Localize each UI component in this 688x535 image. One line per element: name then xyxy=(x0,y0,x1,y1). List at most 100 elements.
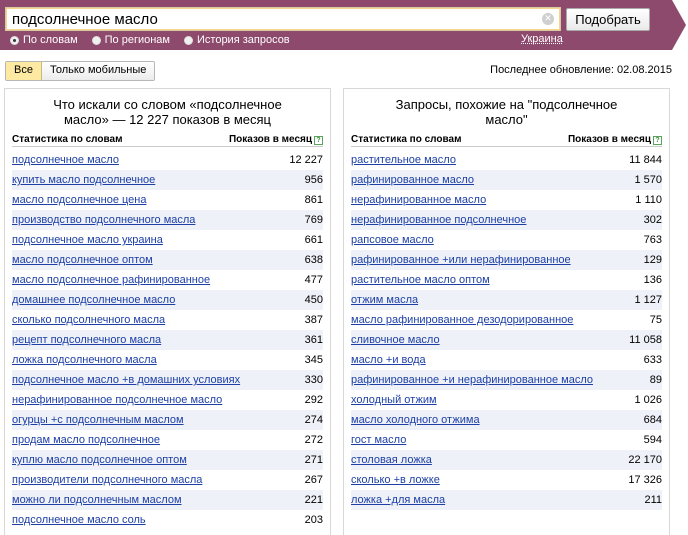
impressions-count: 1 110 xyxy=(635,194,662,206)
table-row: куплю масло подсолнечное оптом 271 xyxy=(12,450,323,470)
impressions-count: 221 xyxy=(304,494,323,506)
table-row: рафинированное +или нерафинированное 129 xyxy=(351,250,662,270)
keyword-link[interactable]: масло подсолнечное оптом xyxy=(12,250,153,270)
keyword-link[interactable]: огурцы +с подсолнечным маслом xyxy=(12,410,184,430)
keyword-link[interactable]: нерафинированное масло xyxy=(351,190,486,210)
impressions-count: 129 xyxy=(643,254,662,266)
table-row: сколько +в ложке 17 326 xyxy=(351,470,662,490)
keyword-link[interactable]: подсолнечное масло украина xyxy=(12,230,163,250)
table-row: рецепт подсолнечного масла 361 xyxy=(12,330,323,350)
search-bar: ✕ Подобрать По словам По регионам Истори… xyxy=(0,0,688,50)
table-row: рапсовое масло 763 xyxy=(351,230,662,250)
keyword-link[interactable]: производители подсолнечного масла xyxy=(12,470,202,490)
filter-all-button[interactable]: Все xyxy=(6,62,42,80)
keyword-link[interactable]: можно ли подсолнечным маслом xyxy=(12,490,182,510)
right-col-count-header: Показов в месяц? xyxy=(568,134,662,145)
impressions-count: 450 xyxy=(304,294,323,306)
keyword-link[interactable]: сливочное масло xyxy=(351,330,440,350)
right-table-rows: растительное масло 11 844 рафинированное м… xyxy=(351,150,662,510)
help-icon[interactable]: ? xyxy=(653,136,662,145)
keyword-link[interactable]: куплю масло подсолнечное оптом xyxy=(12,450,187,470)
keyword-link[interactable]: нерафинированное подсолнечное масло xyxy=(12,390,222,410)
keyword-link[interactable]: сколько подсолнечного масла xyxy=(12,310,165,330)
keyword-link[interactable]: масло подсолнечное рафинированное xyxy=(12,270,210,290)
search-band-arrow xyxy=(672,0,686,50)
search-mode-options: По словам По регионам История запросов xyxy=(10,33,290,47)
radio-icon[interactable] xyxy=(10,35,19,45)
table-row: огурцы +с подсолнечным маслом 274 xyxy=(12,410,323,430)
table-row: производители подсолнечного масла 267 xyxy=(12,470,323,490)
table-row: масло рафинированное дезодорированное 75 xyxy=(351,310,662,330)
table-row: производство подсолнечного масла 769 xyxy=(12,210,323,230)
mode-by-words-label: По словам xyxy=(23,34,78,46)
impressions-count: 302 xyxy=(643,214,662,226)
clear-icon[interactable]: ✕ xyxy=(542,13,554,25)
impressions-count: 12 227 xyxy=(289,154,323,166)
impressions-count: 633 xyxy=(643,354,662,366)
keyword-link[interactable]: рафинированное +и нерафинированное масло xyxy=(351,370,593,390)
table-row: подсолнечное масло соль 203 xyxy=(12,510,323,530)
mode-history-label: История запросов xyxy=(197,34,290,46)
left-panel: Что искали со словом «подсолнечное масло… xyxy=(4,88,331,535)
impressions-count: 211 xyxy=(644,494,662,506)
keyword-link[interactable]: подсолнечное масло +в домашних условиях xyxy=(12,370,240,390)
keyword-link[interactable]: масло рафинированное дезодорированное xyxy=(351,310,573,330)
impressions-count: 594 xyxy=(643,434,662,446)
keyword-link[interactable]: столовая ложка xyxy=(351,450,432,470)
mode-history[interactable]: История запросов xyxy=(184,33,290,47)
help-icon[interactable]: ? xyxy=(314,136,323,145)
impressions-count: 1 570 xyxy=(634,174,662,186)
right-panel: Запросы, похожие на "подсолнечное масло"… xyxy=(343,88,670,535)
impressions-count: 292 xyxy=(304,394,323,406)
keyword-link[interactable]: рафинированное масло xyxy=(351,170,474,190)
keyword-link[interactable]: купить масло подсолнечное xyxy=(12,170,155,190)
keyword-link[interactable]: растительное масло оптом xyxy=(351,270,490,290)
keyword-link[interactable]: продам масло подсолнечное xyxy=(12,430,160,450)
keyword-link[interactable]: масло +и вода xyxy=(351,350,426,370)
table-row: сколько подсолнечного масла 387 xyxy=(12,310,323,330)
keyword-link[interactable]: рецепт подсолнечного масла xyxy=(12,330,161,350)
keyword-link[interactable]: масло подсолнечное цена xyxy=(12,190,146,210)
mode-by-regions[interactable]: По регионам xyxy=(91,33,170,47)
table-row: холодный отжим 1 026 xyxy=(351,390,662,410)
filter-mobile-button[interactable]: Только мобильные xyxy=(41,62,155,80)
table-row: нерафинированное подсолнечное масло 292 xyxy=(12,390,323,410)
keyword-link[interactable]: ложка подсолнечного масла xyxy=(12,350,157,370)
keyword-link[interactable]: масло холодного отжима xyxy=(351,410,480,430)
radio-icon[interactable] xyxy=(91,35,101,45)
table-row: ложка +для масла 211 xyxy=(351,490,662,510)
search-input[interactable] xyxy=(6,8,536,30)
keyword-link[interactable]: нерафинированное подсолнечное xyxy=(351,210,526,230)
impressions-count: 1 026 xyxy=(634,394,662,406)
keyword-link[interactable]: отжим масла xyxy=(351,290,418,310)
keyword-link[interactable]: холодный отжим xyxy=(351,390,437,410)
mode-by-words[interactable]: По словам xyxy=(10,33,78,47)
left-table-rows: подсолнечное масло 12 227 купить масло под… xyxy=(12,150,323,530)
impressions-count: 136 xyxy=(643,274,662,286)
table-row: рафинированное +и нерафинированное масло… xyxy=(351,370,662,390)
table-row: масло +и вода 633 xyxy=(351,350,662,370)
search-field[interactable]: ✕ xyxy=(5,7,561,31)
impressions-count: 956 xyxy=(304,174,323,186)
keyword-link[interactable]: ложка +для масла xyxy=(351,490,445,510)
table-row: продам масло подсолнечное 272 xyxy=(12,430,323,450)
search-button[interactable]: Подобрать xyxy=(566,8,650,31)
impressions-count: 387 xyxy=(304,314,323,326)
table-row: подсолнечное масло +в домашних условиях 3… xyxy=(12,370,323,390)
radio-icon[interactable] xyxy=(184,35,193,45)
keyword-link[interactable]: рапсовое масло xyxy=(351,230,434,250)
impressions-count: 89 xyxy=(649,374,662,386)
keyword-link[interactable]: подсолнечное масло соль xyxy=(12,510,146,530)
keyword-link[interactable]: рафинированное +или нерафинированное xyxy=(351,250,571,270)
table-row: растительное масло 11 844 xyxy=(351,150,662,170)
right-table-header: Статистика по словам Показов в месяц? xyxy=(351,134,662,147)
keyword-link[interactable]: гост масло xyxy=(351,430,406,450)
keyword-link[interactable]: производство подсолнечного масла xyxy=(12,210,195,230)
region-selector-link[interactable]: Украина xyxy=(521,33,563,45)
keyword-link[interactable]: домашнее подсолнечное масло xyxy=(12,290,175,310)
keyword-link[interactable]: растительное масло xyxy=(351,150,456,170)
keyword-link[interactable]: подсолнечное масло xyxy=(12,150,119,170)
keyword-link[interactable]: сколько +в ложке xyxy=(351,470,440,490)
impressions-count: 763 xyxy=(643,234,662,246)
last-update-text: Последнее обновление: 02.08.2015 xyxy=(490,64,672,76)
